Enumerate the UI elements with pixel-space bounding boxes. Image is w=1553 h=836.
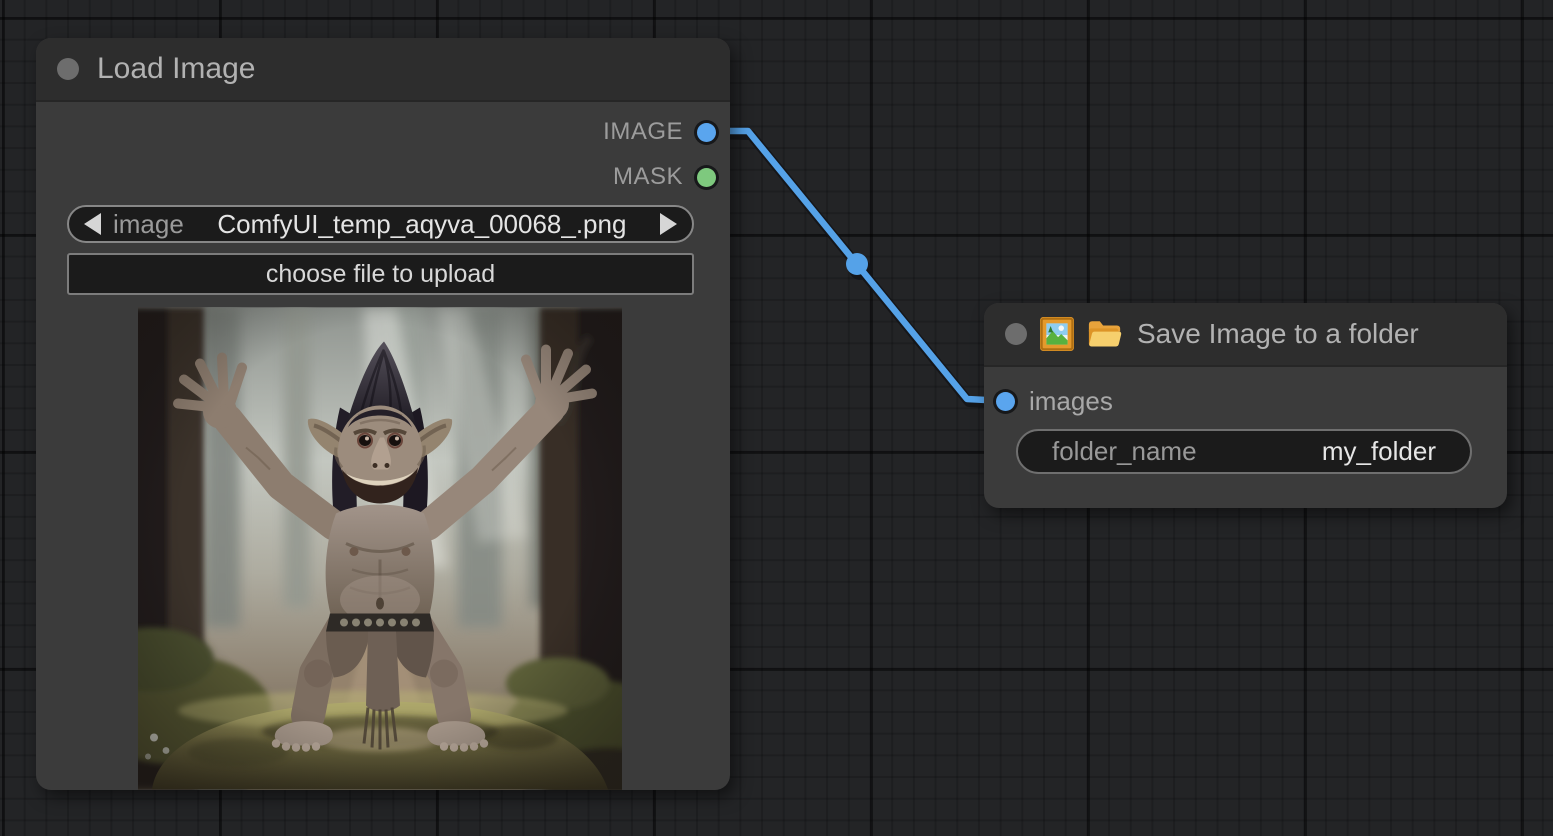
choose-file-button[interactable]: choose file to upload <box>67 253 694 295</box>
input-dot-images[interactable] <box>996 392 1015 411</box>
input-label: images <box>1029 386 1113 417</box>
link-image-to-images[interactable] <box>709 131 1005 401</box>
combo-next-arrow-icon[interactable] <box>660 213 677 235</box>
save-node-title-bar[interactable]: Save Image to a folder <box>984 303 1507 367</box>
node-graph-canvas[interactable]: Load Image IMAGE MASK image ComfyUI_temp… <box>0 0 1553 836</box>
output-dot-image[interactable] <box>697 123 716 142</box>
output-port-mask: MASK <box>613 164 716 190</box>
combo-prev-arrow-icon[interactable] <box>84 213 101 235</box>
link-midpoint-handle[interactable] <box>846 253 868 275</box>
node-title: Save Image to a folder <box>1137 318 1419 350</box>
collapse-dot[interactable] <box>57 58 79 80</box>
node-save-image-to-folder[interactable]: Save Image to a folder images folder_nam… <box>984 303 1507 508</box>
output-dot-mask[interactable] <box>697 168 716 187</box>
node-title: Load Image <box>97 52 255 86</box>
link-midpoint-shadow <box>849 258 871 280</box>
output-label: MASK <box>613 163 683 191</box>
input-port-images: images <box>996 388 1113 414</box>
framed-picture-icon <box>1039 316 1075 352</box>
collapse-dot[interactable] <box>1005 323 1027 345</box>
image-combo-widget[interactable]: image ComfyUI_temp_aqyva_00068_.png <box>67 205 694 243</box>
open-folder-icon <box>1087 316 1123 352</box>
output-label: IMAGE <box>603 118 683 146</box>
widget-label: folder_name <box>1052 436 1197 467</box>
node-load-image[interactable]: Load Image IMAGE MASK image ComfyUI_temp… <box>36 38 730 790</box>
output-port-image: IMAGE <box>603 119 716 145</box>
folder-name-widget[interactable]: folder_name my_folder <box>1016 429 1472 474</box>
widget-value[interactable]: my_folder <box>1322 436 1436 467</box>
load-node-title-bar[interactable]: Load Image <box>36 38 730 102</box>
combo-value[interactable]: ComfyUI_temp_aqyva_00068_.png <box>184 209 660 240</box>
combo-label: image <box>113 209 184 240</box>
image-preview[interactable] <box>138 307 622 790</box>
troll-photo-illustration <box>138 307 622 790</box>
link-shadow <box>712 134 1007 404</box>
